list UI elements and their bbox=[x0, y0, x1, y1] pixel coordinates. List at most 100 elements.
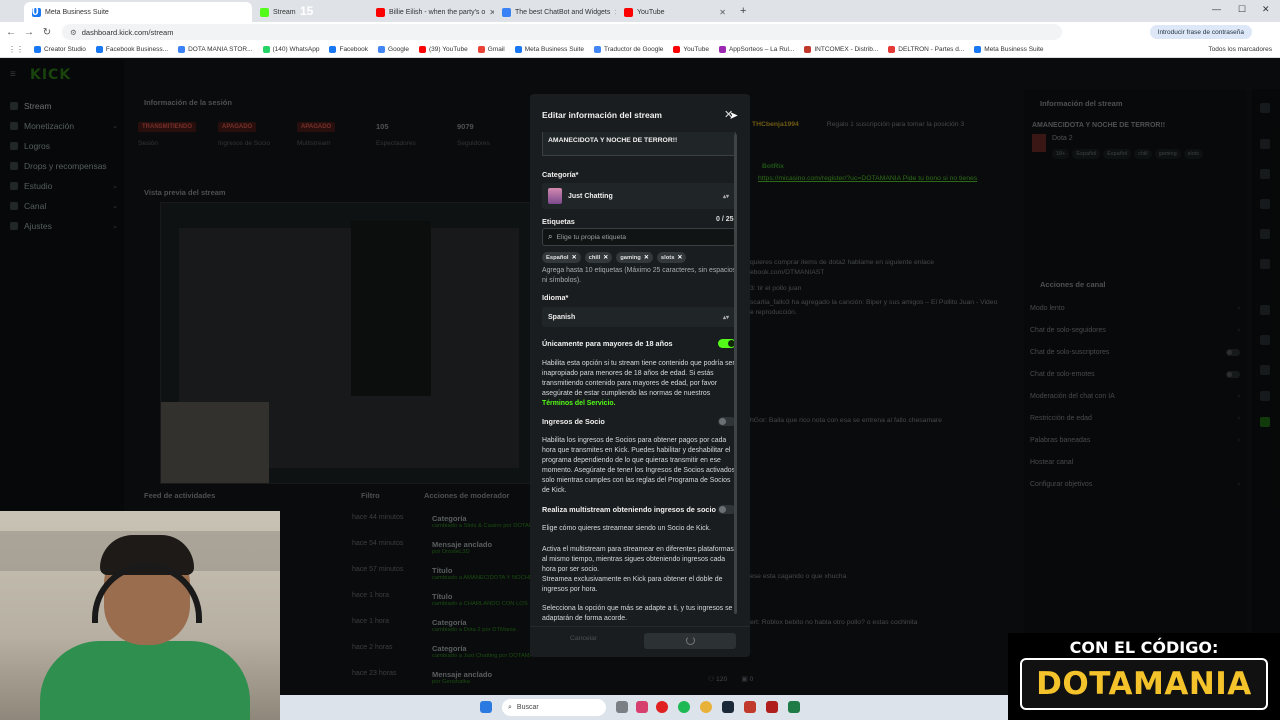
taskbar-search[interactable]: ⌕ Buscar bbox=[502, 699, 606, 716]
loading-spinner-icon bbox=[686, 636, 695, 645]
bookmark-label: Meta Business Suite bbox=[524, 46, 585, 53]
cursor-icon: ➤ bbox=[729, 110, 739, 122]
edit-stream-modal: Editar información del stream ✕ AMANECID… bbox=[530, 94, 750, 657]
bookmark-item[interactable]: DELTRON - Partes d... bbox=[888, 46, 964, 53]
category-label: Categoría* bbox=[542, 170, 579, 179]
bookmark-favicon-icon bbox=[514, 46, 522, 53]
tag-chip[interactable]: gaming ✕ bbox=[616, 252, 653, 263]
bookmark-favicon-icon bbox=[178, 46, 186, 53]
bookmark-item[interactable]: Creator Studio bbox=[34, 46, 86, 53]
task-view-icon[interactable] bbox=[616, 701, 628, 713]
bookmark-label: AppSorteos – La Rul... bbox=[728, 46, 795, 53]
tag-chip[interactable]: Español ✕ bbox=[542, 252, 581, 263]
bookmark-item[interactable]: Gmail bbox=[477, 46, 505, 53]
bookmark-item[interactable]: Facebook Business... bbox=[95, 46, 168, 53]
tags-input[interactable]: ⌕ Elige tu propia etiqueta bbox=[542, 228, 736, 246]
bookmark-item[interactable]: AppSorteos – La Rul... bbox=[718, 46, 795, 53]
all-bookmarks[interactable]: Todos los marcadores bbox=[1208, 46, 1272, 53]
forward-icon[interactable]: → bbox=[20, 27, 38, 38]
webcam-overlay bbox=[0, 511, 280, 720]
steam-icon[interactable] bbox=[722, 701, 734, 713]
kick-favicon-icon bbox=[260, 7, 269, 17]
bookmark-favicon-icon bbox=[888, 46, 896, 53]
excel-icon[interactable] bbox=[788, 701, 800, 713]
tag-chip-label: gaming bbox=[620, 254, 641, 261]
password-chip-label: Introducir frase de contraseña bbox=[1157, 28, 1244, 36]
cancel-button[interactable]: Cancelar bbox=[570, 635, 597, 642]
minimize-icon[interactable]: — bbox=[1212, 4, 1221, 14]
maximize-icon[interactable]: ☐ bbox=[1238, 4, 1246, 15]
password-chip[interactable]: Introducir frase de contraseña bbox=[1149, 25, 1252, 39]
search-icon: ⌕ bbox=[548, 232, 553, 241]
tab-chatbot[interactable]: The best ChatBot and Widgets ✕ bbox=[494, 2, 616, 22]
remove-tag-icon[interactable]: ✕ bbox=[644, 254, 649, 261]
streamer-shirt bbox=[40, 641, 250, 720]
multistream-help-2: Streamea exclusivamente en Kick para obt… bbox=[542, 576, 723, 593]
app-icon[interactable] bbox=[744, 701, 756, 713]
partner-help: Habilita los ingresos de Socios para obt… bbox=[542, 437, 736, 494]
pdf-icon[interactable] bbox=[766, 701, 778, 713]
tag-chip[interactable]: slots ✕ bbox=[656, 252, 687, 263]
url-field[interactable]: ⚙ dashboard.kick.com/stream bbox=[62, 24, 1062, 40]
taskbar: ⌕ Buscar bbox=[280, 695, 1008, 720]
bookmark-item[interactable]: Google bbox=[378, 46, 409, 53]
mature-help: Habilita esta opción si tu stream tiene … bbox=[542, 360, 735, 407]
bookmark-label: Facebook bbox=[339, 46, 369, 53]
bookmark-item[interactable]: Facebook bbox=[329, 46, 368, 53]
tab-label: Meta Business Suite bbox=[45, 8, 109, 16]
bookmark-item[interactable]: (39) YouTube bbox=[418, 46, 468, 53]
app-icon[interactable] bbox=[636, 701, 648, 713]
bookmark-item[interactable]: Meta Business Suite bbox=[974, 46, 1044, 53]
bookmark-item[interactable]: Traductor de Google bbox=[594, 46, 663, 53]
tab-youtube[interactable]: YouTube ✕ bbox=[616, 2, 734, 22]
bookmark-item[interactable]: INTCOMEX - Distrib... bbox=[804, 46, 878, 53]
tags-help: Agrega hasta 10 etiquetas (Máximo 25 car… bbox=[542, 267, 737, 284]
bookmark-label: DELTRON - Partes d... bbox=[898, 46, 965, 53]
bookmark-label: Traductor de Google bbox=[604, 46, 664, 53]
close-tab-icon[interactable]: ✕ bbox=[719, 8, 726, 17]
bookmark-label: YouTube bbox=[683, 46, 709, 53]
promo-code: DOTAMANIA bbox=[1020, 658, 1268, 710]
bookmark-item[interactable]: DOTA MANIA STOR... bbox=[178, 46, 253, 53]
tags-placeholder: Elige tu propia etiqueta bbox=[556, 233, 627, 241]
modal-footer: Cancelar bbox=[530, 626, 750, 657]
overlay-title: COSPOBRE bbox=[136, 3, 220, 18]
spotify-icon[interactable] bbox=[678, 701, 690, 713]
bookmark-item[interactable]: Meta Business Suite bbox=[514, 46, 585, 53]
save-button[interactable] bbox=[644, 633, 736, 649]
bookmark-label: INTCOMEX - Distrib... bbox=[814, 46, 879, 53]
terms-link[interactable]: Términos del Servicio. bbox=[542, 400, 616, 407]
tag-chip[interactable]: chill ✕ bbox=[584, 252, 613, 263]
select-arrows-icon: ▴▾ bbox=[722, 193, 729, 200]
mature-label: Únicamente para mayores de 18 años bbox=[542, 339, 673, 348]
modal-scrollbar[interactable] bbox=[734, 134, 737, 614]
tab-billie-eilish[interactable]: Billie Eilish - when the party's o ✕ bbox=[368, 2, 494, 22]
tag-chip-label: chill bbox=[588, 254, 601, 261]
bookmark-label: (39) YouTube bbox=[428, 46, 468, 53]
bookmark-label: Google bbox=[388, 46, 409, 53]
window-close-icon[interactable]: ✕ bbox=[1262, 4, 1270, 15]
bookmark-label: Creator Studio bbox=[44, 46, 86, 53]
remove-tag-icon[interactable]: ✕ bbox=[572, 254, 577, 261]
category-select[interactable]: Just Chatting ▴▾ bbox=[542, 183, 736, 209]
opera-icon[interactable] bbox=[656, 701, 668, 713]
site-info-icon[interactable]: ⚙ bbox=[70, 28, 77, 37]
choose-text: Elige cómo quieres streamear siendo un S… bbox=[542, 525, 711, 532]
bookmark-item[interactable]: YouTube bbox=[673, 46, 709, 53]
category-thumbnail bbox=[548, 188, 562, 204]
reload-icon[interactable]: ↻ bbox=[38, 27, 56, 38]
chrome-icon[interactable] bbox=[700, 701, 712, 713]
new-tab-icon[interactable]: + bbox=[740, 5, 746, 17]
bookmark-favicon-icon bbox=[594, 46, 602, 53]
bookmark-favicon-icon bbox=[34, 46, 41, 53]
overlay-counter-left: 0 bbox=[32, 4, 39, 18]
bookmark-item[interactable]: (140) WhatsApp bbox=[262, 46, 319, 53]
windows-start-icon[interactable] bbox=[480, 701, 492, 713]
remove-tag-icon[interactable]: ✕ bbox=[677, 254, 682, 261]
youtube-favicon-icon bbox=[624, 7, 633, 17]
stream-title-input[interactable]: AMANECIDOTA Y NOCHE DE TERROR!! bbox=[542, 132, 736, 156]
remove-tag-icon[interactable]: ✕ bbox=[603, 254, 608, 261]
apps-icon[interactable]: ⋮⋮ bbox=[8, 45, 24, 54]
language-select[interactable]: Spanish ▴▾ bbox=[542, 307, 736, 327]
back-icon[interactable]: ← bbox=[2, 27, 20, 38]
